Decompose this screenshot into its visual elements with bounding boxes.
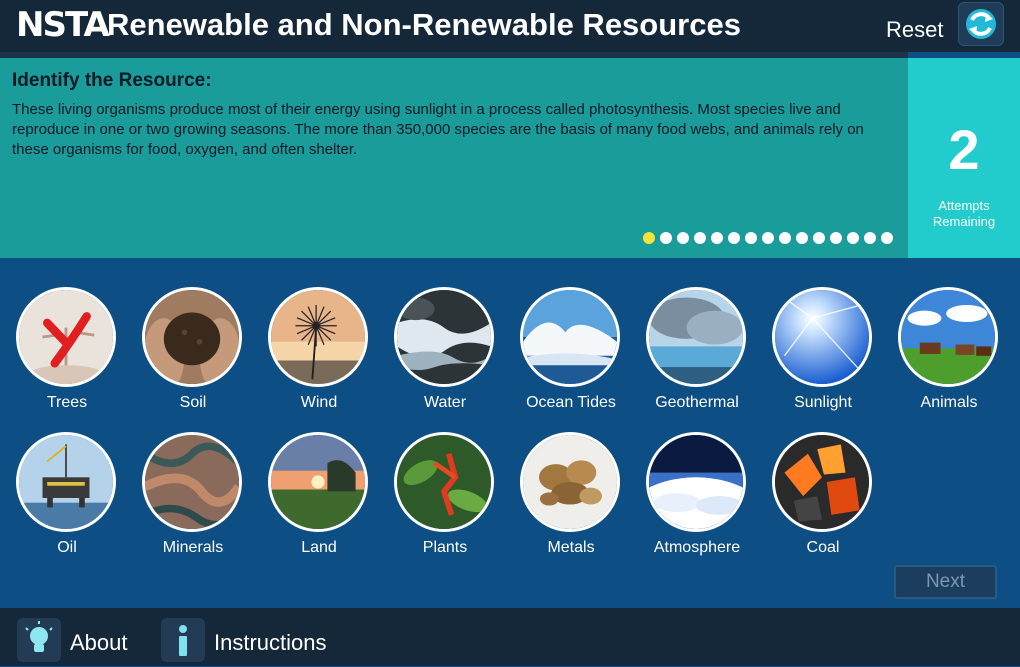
progress-dot [864, 232, 876, 244]
resource-grid: Trees Soil Wind Water Ocean Tides Geothermal S… [0, 258, 1020, 608]
resource-wind[interactable]: Wind [256, 287, 382, 417]
progress-dot [796, 232, 808, 244]
resource-metals[interactable]: Metals [508, 432, 634, 562]
resource-label: Atmosphere [653, 539, 741, 556]
plant-icon [394, 432, 494, 532]
resource-coal[interactable]: Coal [760, 432, 886, 562]
progress-dot [762, 232, 774, 244]
resource-label: Oil [57, 539, 77, 556]
resource-land[interactable]: Land [256, 432, 382, 562]
progress-dot [745, 232, 757, 244]
header-bar: NSTA Renewable and Non-Renewable Resourc… [0, 0, 1020, 52]
land-icon [268, 432, 368, 532]
resource-label: Soil [179, 394, 207, 411]
geothermal-icon [646, 287, 746, 387]
coal-icon [772, 432, 872, 532]
progress-dot [881, 232, 893, 244]
sun-icon [772, 287, 872, 387]
resource-label: Metals [547, 539, 595, 556]
resource-sunlight[interactable]: Sunlight [760, 287, 886, 417]
resource-label: Water [423, 394, 467, 411]
attempts-label: Attempts Remaining [932, 198, 996, 229]
attempts-count: 2 [948, 118, 980, 181]
next-button[interactable]: Next [894, 565, 997, 599]
resource-label: Ocean Tides [526, 394, 616, 411]
resource-oil[interactable]: Oil [4, 432, 130, 562]
progress-dot [779, 232, 791, 244]
trees-icon [16, 287, 116, 387]
progress-dots [643, 232, 893, 244]
minerals-icon [142, 432, 242, 532]
nsta-logo: NSTA [16, 5, 110, 45]
progress-dot [830, 232, 842, 244]
resource-label: Sunlight [794, 394, 852, 411]
progress-dot [694, 232, 706, 244]
about-label: About [70, 630, 128, 655]
progress-dot [847, 232, 859, 244]
progress-dot [711, 232, 723, 244]
water-icon [394, 287, 494, 387]
progress-dot [677, 232, 689, 244]
soil-icon [142, 287, 242, 387]
resource-trees[interactable]: Trees [4, 287, 130, 417]
resource-label: Trees [46, 394, 88, 411]
cattle-icon [898, 287, 998, 387]
resource-label: Wind [300, 394, 338, 411]
resource-geothermal[interactable]: Geothermal [634, 287, 760, 417]
resource-label: Coal [806, 539, 840, 556]
resource-label: Land [301, 539, 337, 556]
reset-button[interactable] [958, 2, 1004, 46]
question-text: These living organisms produce most of t… [12, 101, 864, 158]
resource-minerals[interactable]: Minerals [130, 432, 256, 562]
footer-bar: About Instructions [0, 608, 1020, 666]
question-heading: Identify the Resource: [12, 70, 212, 91]
page-title: Renewable and Non-Renewable Resources [107, 7, 741, 42]
progress-dot [728, 232, 740, 244]
progress-dot [660, 232, 672, 244]
attempts-panel: 2 Attempts Remaining [908, 58, 1020, 258]
resource-water[interactable]: Water [382, 287, 508, 417]
resource-plants[interactable]: Plants [382, 432, 508, 562]
resource-label: Minerals [162, 539, 224, 556]
instructions-label: Instructions [214, 630, 327, 655]
metals-icon [520, 432, 620, 532]
progress-dot [643, 232, 655, 244]
resource-label: Plants [422, 539, 468, 556]
resource-animals[interactable]: Animals [886, 287, 1012, 417]
atmosphere-icon [646, 432, 746, 532]
info-icon [161, 618, 205, 662]
refresh-icon [966, 9, 996, 39]
lightbulb-icon [17, 618, 61, 662]
resource-label: Geothermal [655, 394, 739, 411]
dandelion-icon [268, 287, 368, 387]
question-panel: Identify the Resource: These living orga… [0, 52, 908, 258]
reset-label[interactable]: Reset [886, 17, 943, 43]
resource-soil[interactable]: Soil [130, 287, 256, 417]
progress-dot [813, 232, 825, 244]
resource-label: Animals [920, 394, 978, 411]
oil-rig-icon [16, 432, 116, 532]
wave-icon [520, 287, 620, 387]
resource-atmosphere[interactable]: Atmosphere [634, 432, 760, 562]
resource-ocean-tides[interactable]: Ocean Tides [508, 287, 634, 417]
